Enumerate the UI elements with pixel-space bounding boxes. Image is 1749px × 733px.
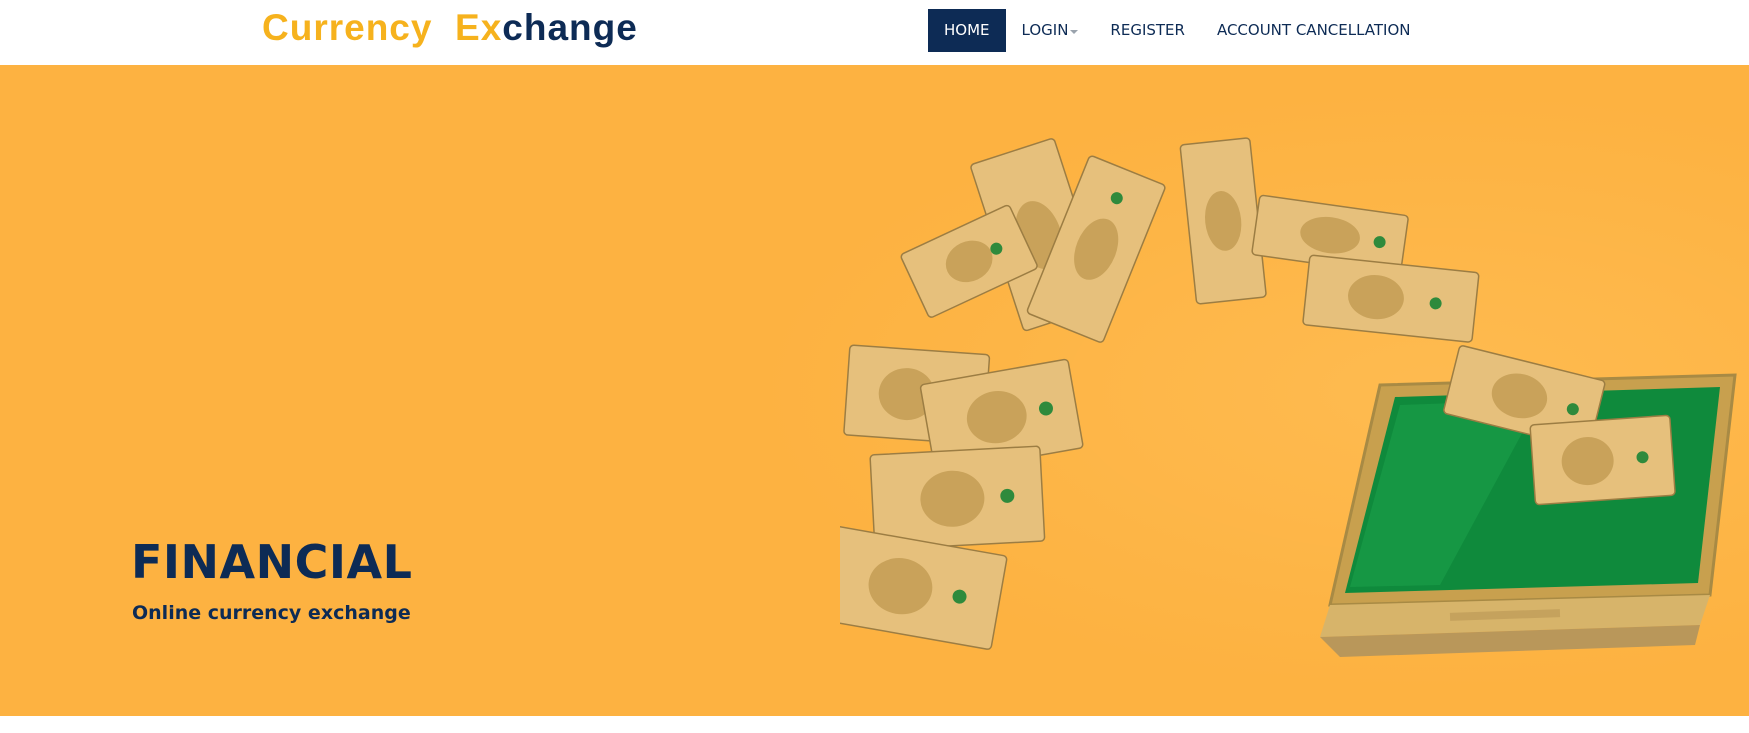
nav-register[interactable]: REGISTER xyxy=(1094,9,1201,52)
nav-account-cancellation[interactable]: ACCOUNT CANCELLATION xyxy=(1201,9,1427,52)
nav-home[interactable]: HOME xyxy=(928,9,1006,52)
chevron-down-icon xyxy=(1070,29,1079,34)
logo-word-currency: Currency xyxy=(262,7,433,48)
logo-word-ex: Ex xyxy=(455,7,503,48)
nav-login-label: LOGIN xyxy=(1021,21,1069,39)
hero-title: FINANCIAL xyxy=(131,535,413,589)
site-header: Currency Exchange HOME LOGIN REGISTER AC… xyxy=(0,0,1749,65)
logo-word-change: change xyxy=(502,7,638,48)
hero-banner: FINANCIAL Online currency exchange xyxy=(0,65,1749,716)
page-bottom-strip xyxy=(0,716,1749,733)
nav-home-label: HOME xyxy=(944,21,990,39)
brand-logo[interactable]: Currency Exchange xyxy=(262,6,638,50)
main-nav: HOME LOGIN REGISTER ACCOUNT CANCELLATION xyxy=(928,9,1427,52)
nav-login[interactable]: LOGIN xyxy=(1006,9,1095,52)
money-laptop-illustration xyxy=(840,137,1737,657)
nav-register-label: REGISTER xyxy=(1110,21,1185,39)
nav-account-cancellation-label: ACCOUNT CANCELLATION xyxy=(1216,21,1411,39)
hero-subtitle: Online currency exchange xyxy=(132,602,411,624)
